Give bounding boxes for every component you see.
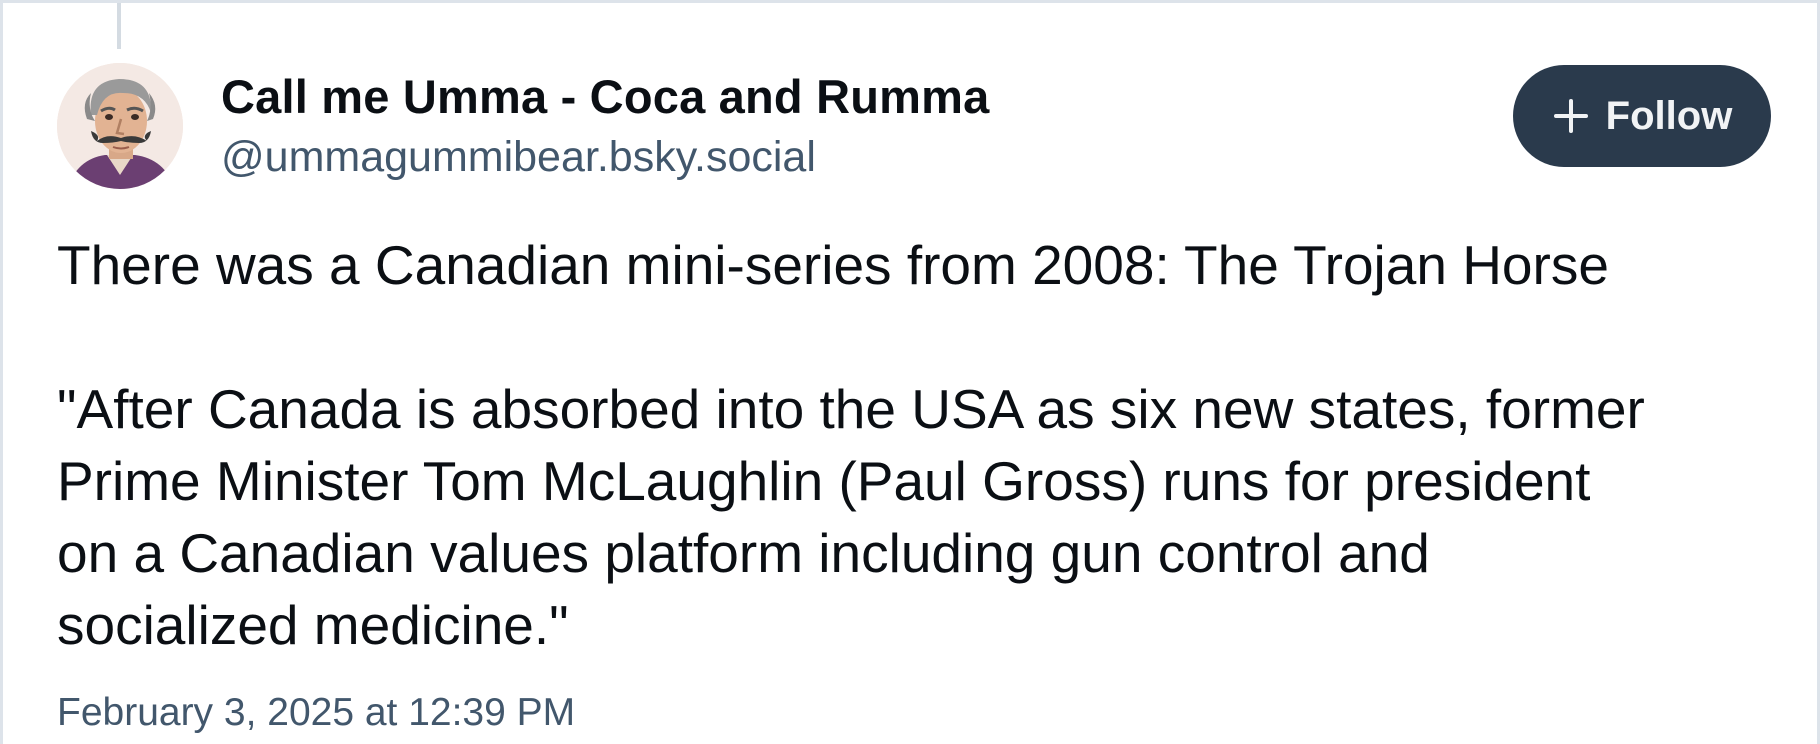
post-card: Call me Umma - Coca and Rumma @ummagummi… [0,0,1820,744]
author-display-name[interactable]: Call me Umma - Coca and Rumma [221,69,989,124]
plus-icon [1553,99,1588,133]
author-handle[interactable]: @ummagummibear.bsky.social [221,133,816,182]
post-text-line: "After Canada is absorbed into the USA a… [57,378,1645,440]
mustached-man-portrait-icon [57,63,183,189]
post-timestamp[interactable]: February 3, 2025 at 12:39 PM [57,691,575,735]
post-text-line: on a Canadian values platform including … [57,522,1430,584]
thread-connector-line [117,3,121,49]
post-text-line: There was a Canadian mini-series from 20… [57,234,1609,296]
post-body: There was a Canadian mini-series from 20… [57,229,1777,661]
follow-button-label: Follow [1605,93,1733,138]
post-text-line: socialized medicine." [57,594,569,656]
post-text-line: Prime Minister Tom McLaughlin (Paul Gros… [57,450,1591,512]
follow-button[interactable]: Follow [1513,65,1771,167]
avatar[interactable] [57,63,183,189]
